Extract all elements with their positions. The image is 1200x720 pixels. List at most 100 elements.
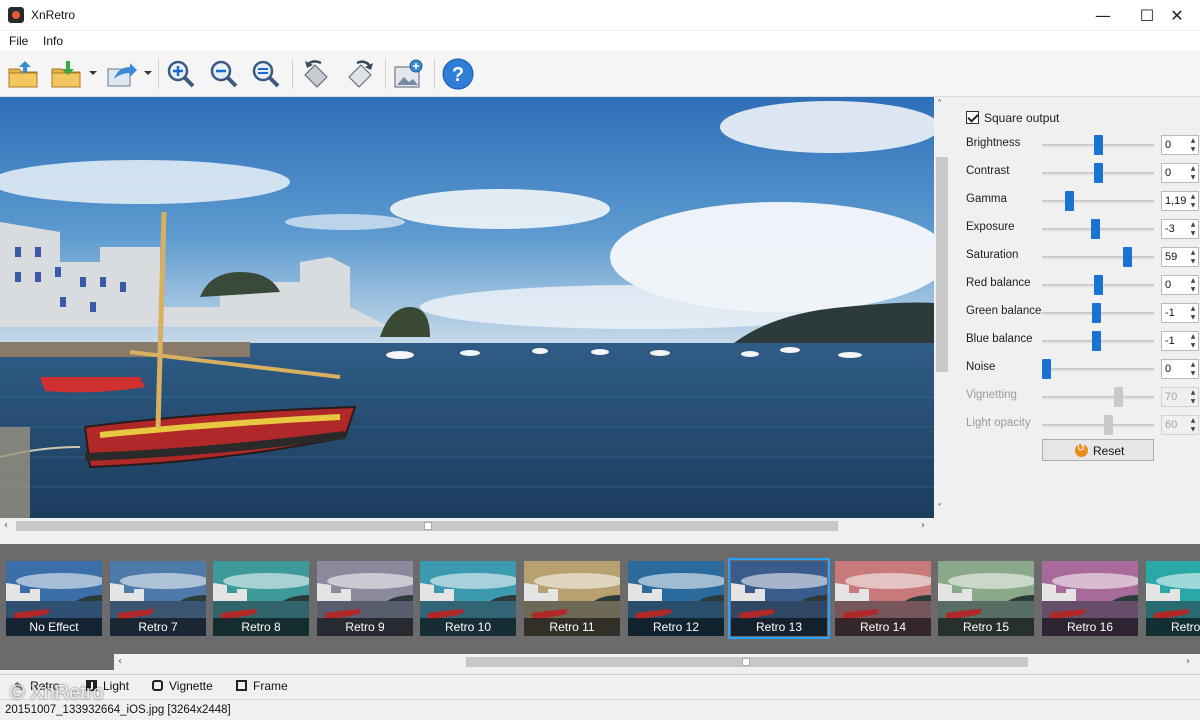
frame-icon	[236, 680, 247, 691]
toolbar: ?	[0, 51, 1200, 97]
scroll-down-icon[interactable]: ˅	[937, 503, 942, 514]
noise-spinbox[interactable]: 0 ▲ ▼	[1161, 359, 1199, 379]
exposure-label: Exposure	[966, 221, 1015, 233]
exposure-slider-thumb[interactable]	[1091, 219, 1100, 239]
blue-balance-spinbox[interactable]: -1 ▲ ▼	[1161, 331, 1199, 351]
spin-arrows-icon[interactable]: ▲ ▼	[1188, 332, 1198, 350]
effect-thumb-retro-13[interactable]: Retro 13	[728, 558, 830, 639]
compare-icon[interactable]	[392, 57, 426, 91]
effect-label: Retro 12	[628, 618, 724, 636]
exposure-value: -3	[1165, 223, 1175, 235]
effect-thumb-no-effect[interactable]: No Effect	[6, 561, 102, 636]
share-dropdown-icon[interactable]	[144, 71, 152, 75]
spin-arrows-icon[interactable]: ▲ ▼	[1188, 276, 1198, 294]
reset-button[interactable]: Reset	[1042, 439, 1154, 461]
filmstrip-scrollbar[interactable]: ‹ ›	[114, 654, 1200, 670]
effect-thumb-retro-8[interactable]: Retro 8	[213, 561, 309, 636]
film-scroll-right-icon[interactable]: ›	[1186, 656, 1190, 667]
scroll-up-icon[interactable]: ˄	[937, 99, 942, 110]
gamma-spinbox[interactable]: 1,19 ▲ ▼	[1161, 191, 1199, 211]
minimize-button[interactable]: —	[1080, 0, 1126, 31]
spin-arrows-icon[interactable]: ▲ ▼	[1188, 304, 1198, 322]
brightness-slider-thumb[interactable]	[1094, 135, 1103, 155]
tab-frame[interactable]: Frame	[236, 679, 288, 693]
menu-info[interactable]: Info	[43, 34, 63, 48]
spin-arrows-icon[interactable]: ▲ ▼	[1188, 192, 1198, 210]
noise-slider-thumb[interactable]	[1042, 359, 1051, 379]
zoom-fit-icon[interactable]	[249, 57, 283, 91]
spin-arrows-icon[interactable]: ▲ ▼	[1188, 360, 1198, 378]
brightness-spinbox[interactable]: 0 ▲ ▼	[1161, 135, 1199, 155]
tab-vignette[interactable]: Vignette	[152, 679, 213, 693]
effect-thumb-retro-7[interactable]: Retro 7	[110, 561, 206, 636]
save-folder-icon[interactable]	[49, 57, 83, 91]
saturation-slider-track[interactable]	[1042, 256, 1154, 259]
rotate-right-icon[interactable]	[343, 57, 377, 91]
noise-slider-track[interactable]	[1042, 368, 1154, 371]
scroll-left-icon[interactable]: ‹	[4, 520, 8, 531]
saturation-spinbox[interactable]: 59 ▲ ▼	[1161, 247, 1199, 267]
contrast-spinbox[interactable]: 0 ▲ ▼	[1161, 163, 1199, 183]
noise-label: Noise	[966, 361, 996, 373]
effects-filmstrip: No Effect Retro 7 Retro 8 Retro 9 Retro 10 Re…	[0, 544, 1200, 654]
gamma-slider-thumb[interactable]	[1065, 191, 1074, 211]
save-dropdown-icon[interactable]	[89, 71, 97, 75]
gamma-slider-track[interactable]	[1042, 200, 1154, 203]
svg-text:?: ?	[452, 64, 464, 86]
light-opacity-slider-track	[1042, 424, 1154, 427]
image-canvas[interactable]: ˄ ˅ ‹ ›	[0, 97, 950, 537]
green-balance-slider-thumb[interactable]	[1092, 303, 1101, 323]
vignetting-label: Vignetting	[966, 389, 1017, 401]
effect-thumb-retro-17[interactable]: Retro 17	[1146, 561, 1200, 636]
toolbar-separator	[385, 59, 386, 89]
menu-file[interactable]: File	[9, 34, 28, 48]
blue-balance-slider-thumb[interactable]	[1092, 331, 1101, 351]
contrast-label: Contrast	[966, 165, 1010, 177]
toolbar-separator	[434, 59, 435, 89]
film-scroll-left-icon[interactable]: ‹	[118, 656, 122, 667]
zoom-out-icon[interactable]	[207, 57, 241, 91]
spin-arrows-icon[interactable]: ▲ ▼	[1188, 220, 1198, 238]
green-balance-spinbox[interactable]: -1 ▲ ▼	[1161, 303, 1199, 323]
red-balance-spinbox[interactable]: 0 ▲ ▼	[1161, 275, 1199, 295]
rotate-left-icon[interactable]	[299, 57, 333, 91]
photo-preview[interactable]	[0, 97, 934, 518]
effect-thumb-retro-16[interactable]: Retro 16	[1042, 561, 1138, 636]
brightness-value: 0	[1165, 139, 1172, 151]
exposure-spinbox[interactable]: -3 ▲ ▼	[1161, 219, 1199, 239]
zoom-in-icon[interactable]	[164, 57, 198, 91]
saturation-label: Saturation	[966, 249, 1019, 261]
scroll-right-icon[interactable]: ›	[921, 520, 925, 531]
share-icon[interactable]	[104, 57, 138, 91]
adjustment-panel: Square output Brightness 0 ▲ ▼ Contrast 0 ▲ ▼ Ga…	[950, 97, 1200, 537]
status-filename: 20151007_133932664_iOS.jpg [3264x2448]	[5, 704, 231, 716]
gamma-value: 1,19	[1165, 195, 1187, 207]
light-opacity-slider-thumb	[1104, 415, 1113, 435]
image-vertical-scrollbar[interactable]: ˄ ˅	[934, 97, 950, 518]
vignetting-spinbox: 70 ▲ ▼	[1161, 387, 1199, 407]
vignetting-slider-track	[1042, 396, 1154, 399]
vignetting-value: 70	[1165, 391, 1178, 403]
saturation-slider-thumb[interactable]	[1123, 247, 1132, 267]
spin-arrows-icon[interactable]: ▲ ▼	[1188, 136, 1198, 154]
red-balance-slider-thumb[interactable]	[1094, 275, 1103, 295]
close-button[interactable]: ✕	[1154, 0, 1200, 31]
spin-arrows-icon[interactable]: ▲ ▼	[1188, 164, 1198, 182]
menu-bar: File Info	[0, 31, 1200, 51]
contrast-slider-thumb[interactable]	[1094, 163, 1103, 183]
effect-thumb-retro-12[interactable]: Retro 12	[628, 561, 724, 636]
help-icon[interactable]: ?	[441, 57, 475, 91]
vignette-icon	[152, 680, 163, 691]
image-horizontal-scrollbar[interactable]: ‹ ›	[0, 518, 934, 534]
vertical-scroll-thumb[interactable]	[936, 157, 948, 372]
contrast-value: 0	[1165, 167, 1172, 179]
saturation-value: 59	[1165, 251, 1178, 263]
spin-arrows-icon[interactable]: ▲ ▼	[1188, 248, 1198, 266]
open-folder-icon[interactable]	[6, 57, 40, 91]
effect-thumb-retro-9[interactable]: Retro 9	[317, 561, 413, 636]
effect-thumb-retro-14[interactable]: Retro 14	[835, 561, 931, 636]
effect-thumb-retro-10[interactable]: Retro 10	[420, 561, 516, 636]
effect-thumb-retro-15[interactable]: Retro 15	[938, 561, 1034, 636]
square-output-checkbox[interactable]	[966, 111, 979, 124]
effect-thumb-retro-11[interactable]: Retro 11	[524, 561, 620, 636]
